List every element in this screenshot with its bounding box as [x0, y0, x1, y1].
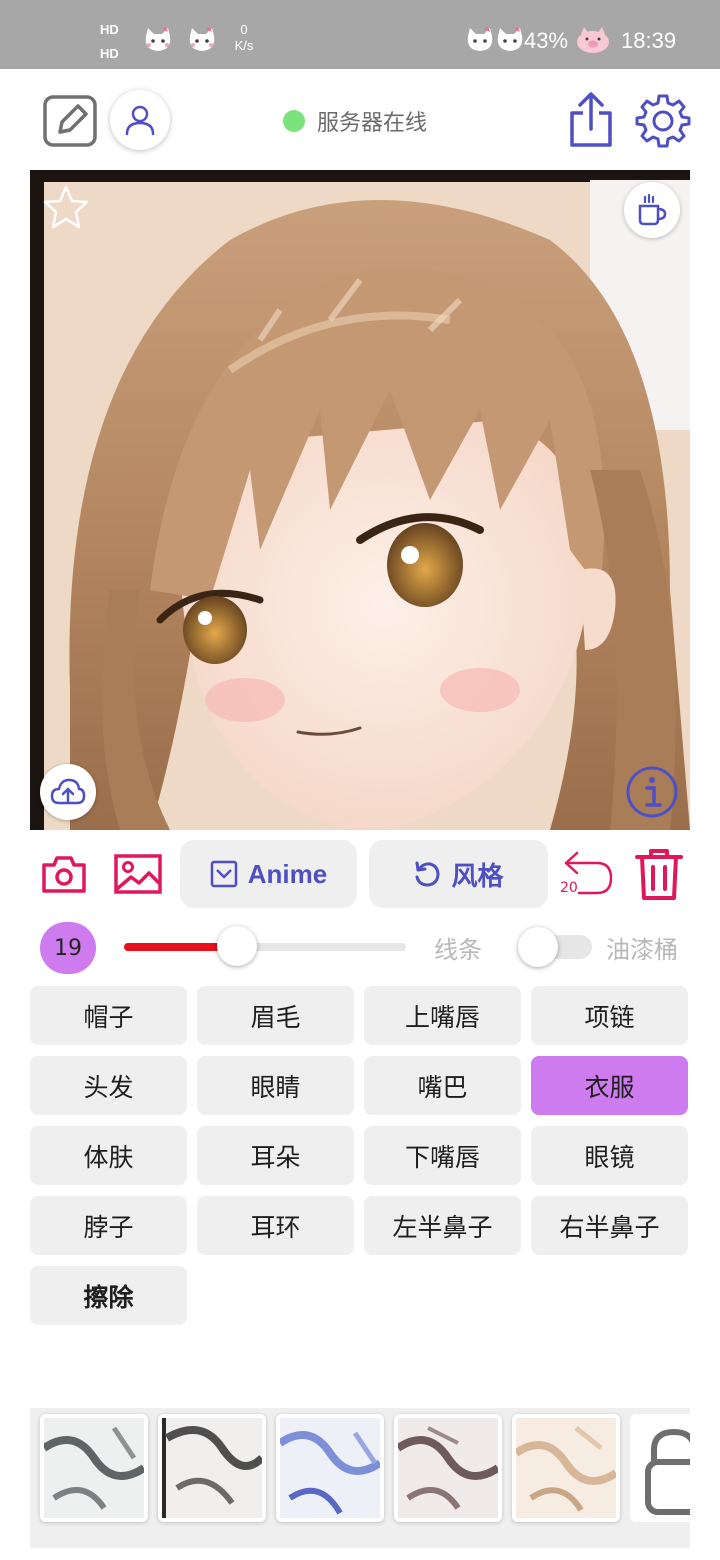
paint-bucket-label: 油漆桶	[606, 936, 678, 964]
hd-indicator-top: HD	[100, 22, 119, 37]
segment-button[interactable]: 项链	[531, 986, 688, 1045]
coffee-button[interactable]	[624, 182, 680, 238]
style-preview-image	[516, 1418, 616, 1518]
gallery-icon	[114, 854, 162, 894]
server-online-dot	[283, 110, 305, 132]
segment-button[interactable]: 耳朵	[197, 1126, 354, 1185]
battery-level: 43%	[524, 28, 569, 53]
segment-button[interactable]: 衣服	[531, 1056, 688, 1115]
upload-button[interactable]	[40, 764, 96, 820]
cat-notification-icon	[497, 27, 523, 51]
cat-notification-icon	[467, 27, 493, 51]
segment-button[interactable]: 下嘴唇	[364, 1126, 521, 1185]
settings-icon	[635, 94, 691, 148]
camera-button[interactable]	[40, 850, 88, 898]
style-preview-image	[398, 1418, 498, 1518]
lock-icon	[645, 1428, 690, 1515]
anime-portrait-image	[30, 170, 690, 830]
segment-button[interactable]: 头发	[30, 1056, 187, 1115]
style-label: 风格	[451, 860, 504, 891]
style-thumb-4[interactable]	[394, 1414, 502, 1522]
gallery-button[interactable]	[112, 850, 164, 898]
segment-button[interactable]: 眉毛	[197, 986, 354, 1045]
segment-button[interactable]: 帽子	[30, 986, 187, 1045]
share-icon	[570, 92, 612, 147]
undo-count: 20	[560, 880, 578, 896]
style-preview-image	[280, 1418, 380, 1518]
info-button[interactable]	[624, 764, 680, 820]
brush-size-slider[interactable]	[124, 943, 406, 951]
star-icon	[43, 185, 89, 229]
checkbox-model-icon	[210, 860, 238, 888]
segment-button[interactable]: 右半鼻子	[531, 1196, 688, 1255]
clear-button[interactable]	[632, 846, 686, 902]
server-status: 服务器在线	[283, 106, 427, 136]
style-thumb-3[interactable]	[276, 1414, 384, 1522]
segment-button[interactable]: 上嘴唇	[364, 986, 521, 1045]
share-button[interactable]	[563, 90, 619, 150]
hd-indicator-bottom: HD	[100, 46, 119, 61]
style-thumbnails-strip[interactable]	[30, 1408, 690, 1548]
server-status-text: 服务器在线	[317, 111, 428, 136]
segment-button[interactable]: 耳环	[197, 1196, 354, 1255]
style-preview-image	[44, 1418, 144, 1518]
segment-button[interactable]: 左半鼻子	[364, 1196, 521, 1255]
style-preview-image	[162, 1418, 262, 1518]
segment-button[interactable]: 体肤	[30, 1126, 187, 1185]
paint-bucket-toggle[interactable]	[518, 927, 592, 967]
info-icon	[626, 766, 678, 818]
user-button[interactable]	[110, 90, 170, 150]
settings-button[interactable]	[634, 90, 692, 150]
user-icon	[125, 105, 155, 136]
refresh-icon	[415, 861, 440, 887]
segment-button[interactable]: 眼镜	[531, 1126, 688, 1185]
locked-style-card[interactable]	[630, 1414, 690, 1522]
style-thumb-1[interactable]	[40, 1414, 148, 1522]
drawing-canvas[interactable]	[30, 170, 690, 830]
edit-icon	[43, 95, 97, 147]
style-thumb-5[interactable]	[512, 1414, 620, 1522]
status-bar: HD HD 0 K/s 43% 18:39	[0, 0, 720, 69]
pig-notification-icon	[577, 27, 609, 53]
model-selector[interactable]: Anime	[180, 840, 357, 908]
segment-button[interactable]: 脖子	[30, 1196, 187, 1255]
favorite-button[interactable]	[40, 182, 92, 234]
coffee-icon	[638, 193, 667, 226]
line-mode-label: 线条	[434, 936, 482, 964]
clock: 18:39	[621, 28, 677, 53]
brush-size-indicator: 19	[40, 922, 96, 974]
cat-notification-icon	[145, 27, 171, 51]
network-speed: 0 K/s	[234, 22, 254, 53]
slider-thumb[interactable]	[216, 926, 257, 966]
erase-button[interactable]: 擦除	[30, 1266, 187, 1325]
camera-icon	[42, 856, 86, 893]
segment-button[interactable]: 眼睛	[197, 1056, 354, 1115]
trash-icon	[635, 849, 683, 900]
segment-button[interactable]: 嘴巴	[364, 1056, 521, 1115]
edit-button[interactable]	[40, 90, 100, 150]
cat-notification-icon	[189, 27, 215, 51]
style-button[interactable]: 风格	[369, 840, 548, 908]
cloud-upload-icon	[50, 778, 86, 805]
style-thumb-2[interactable]	[158, 1414, 266, 1522]
toggle-knob	[518, 927, 558, 967]
model-label: Anime	[247, 858, 328, 889]
